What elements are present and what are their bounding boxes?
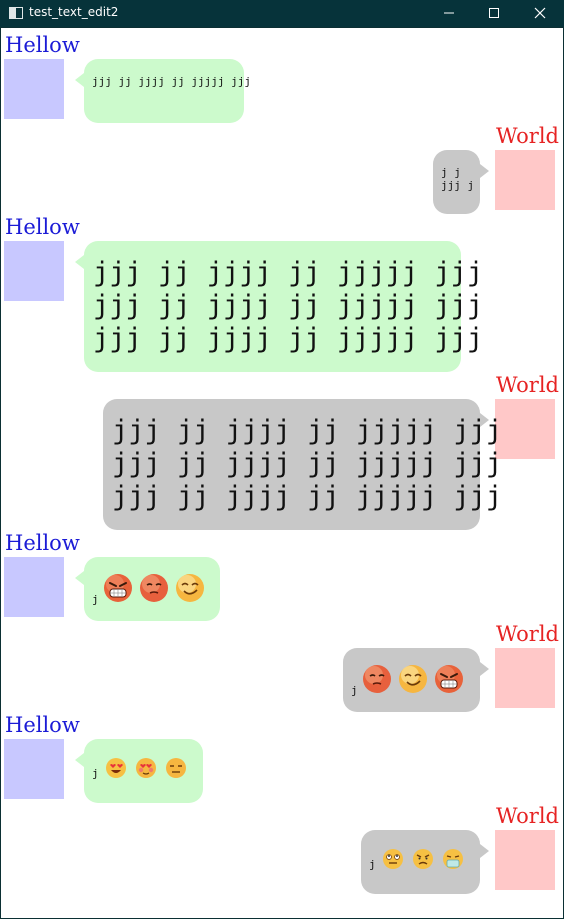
bubble-tail <box>75 753 84 767</box>
window-titlebar: test_text_edit2 <box>0 0 564 27</box>
unamused-emoji <box>166 758 186 778</box>
avatar-left <box>4 739 64 799</box>
message-text-line: jjj jj jjjj jj jjjjj jjj <box>112 481 503 512</box>
message-bubble-right[interactable]: jjj jj jjjj jj jjjjj jjj jjj jj jjjj jj … <box>103 399 502 530</box>
bubble-tail <box>480 662 489 676</box>
message-text-line: jjj j <box>441 179 475 192</box>
sender-name-right: World <box>496 124 559 148</box>
close-button[interactable] <box>517 0 563 27</box>
smirk-emoji <box>399 665 427 693</box>
message-text-line: jjj jj jjjj jj jjjjj jjj <box>93 323 484 354</box>
bubble-tail <box>75 255 84 269</box>
message-bubble-right[interactable]: j <box>361 830 489 894</box>
blush-emoji <box>136 758 156 778</box>
avatar-right <box>495 648 555 708</box>
message-bubble-left[interactable]: jjj jj jjjj jj jjjjj jjj <box>75 59 251 123</box>
sender-name-left: Hellow <box>5 33 80 57</box>
message-text-line: jjj jj jjjj jj jjjjj jjj <box>93 290 484 321</box>
sender-name-right: World <box>496 804 559 828</box>
sender-name-right: World <box>496 373 559 397</box>
angry-grin-emoji <box>104 574 132 602</box>
mask-emoji <box>443 849 463 869</box>
minimize-button[interactable] <box>426 0 472 27</box>
message-bubble-left[interactable]: j <box>75 739 203 803</box>
sender-name-left: Hellow <box>5 531 80 555</box>
app-window-icon <box>9 7 23 19</box>
message-text: jjj jj jjjj jj jjjjj jjj <box>92 75 251 88</box>
message-text: j <box>92 593 99 606</box>
avatar-right <box>495 830 555 890</box>
window-title: test_text_edit2 <box>29 5 119 19</box>
message-text: j <box>369 858 376 871</box>
maximize-button[interactable] <box>471 0 517 27</box>
chat-view[interactable]: Hellow jjj jj jjjj jj jjjjj jjj World j … <box>1 28 563 918</box>
rolling-eyes-emoji <box>383 849 403 869</box>
message-bubble-right[interactable]: j j jjj j <box>433 150 489 214</box>
avatar-left <box>4 59 64 119</box>
angry-grin-emoji <box>435 665 463 693</box>
bubble-tail <box>75 73 84 87</box>
sender-name-right: World <box>496 622 559 646</box>
close-icon <box>534 7 546 19</box>
red-face-emoji <box>363 665 391 693</box>
sender-name-left: Hellow <box>5 215 80 239</box>
bubble-tail <box>480 164 489 178</box>
frown-emoji <box>413 849 433 869</box>
bubble-tail <box>480 844 489 858</box>
maximize-icon <box>489 8 499 18</box>
message-text: j <box>351 684 358 697</box>
avatar-left <box>4 241 64 301</box>
red-face-emoji <box>140 574 168 602</box>
message-text-line: j j <box>441 166 461 179</box>
bubble-tail <box>75 571 84 585</box>
smirk-emoji <box>176 574 204 602</box>
message-text-line: jjj jj jjjj jj jjjjj jjj <box>112 448 503 479</box>
sender-name-left: Hellow <box>5 713 80 737</box>
message-bubble-right[interactable]: j <box>343 648 489 712</box>
avatar-right <box>495 399 555 459</box>
message-text-line: jjj jj jjjj jj jjjjj jjj <box>112 415 503 446</box>
heart-eyes-emoji <box>106 758 126 778</box>
minimize-icon <box>444 12 454 14</box>
message-bubble-left[interactable]: jjj jj jjjj jj jjjjj jjj jjj jj jjjj jj … <box>75 241 483 372</box>
avatar-right <box>495 150 555 210</box>
message-text: j <box>92 767 99 780</box>
avatar-left <box>4 557 64 617</box>
message-text-line: jjj jj jjjj jj jjjjj jjj <box>93 257 484 288</box>
message-bubble-left[interactable]: j <box>75 557 220 621</box>
